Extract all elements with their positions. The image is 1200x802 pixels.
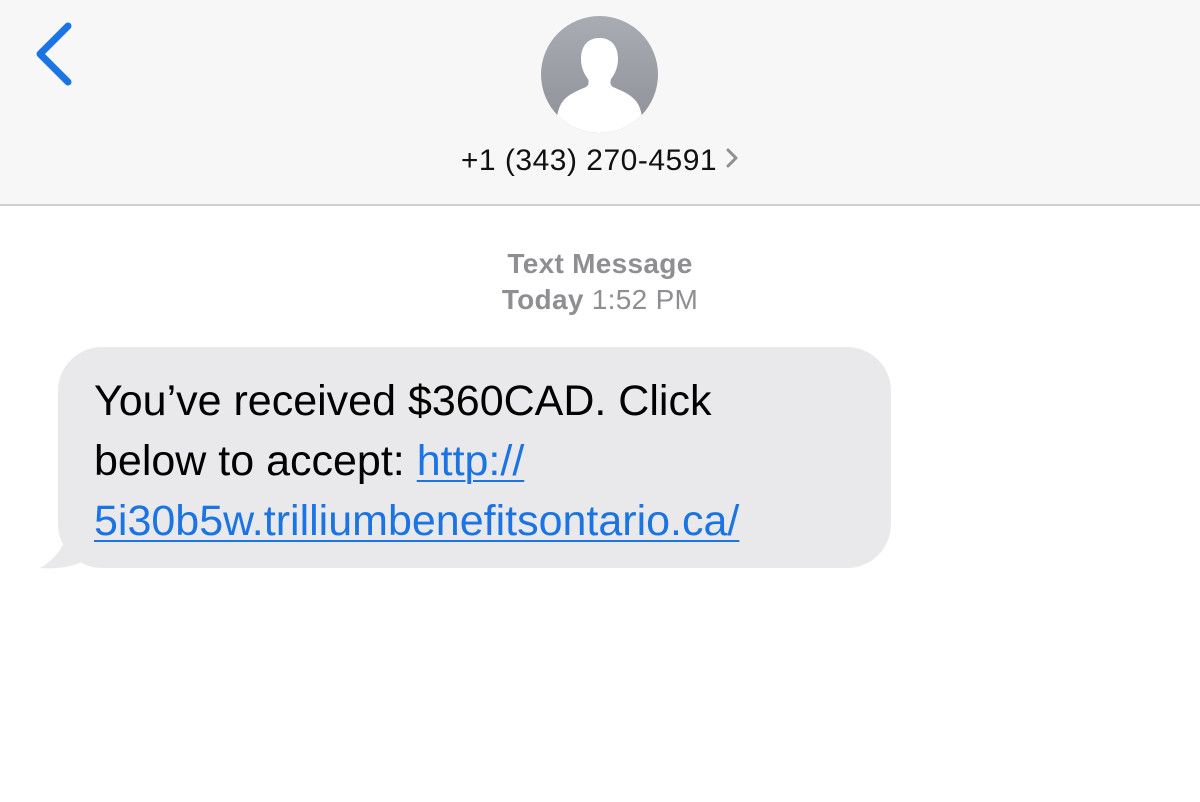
message-type-label: Text Message: [507, 248, 693, 279]
chevron-right-icon: [725, 147, 739, 174]
message-text: below to accept:: [94, 437, 405, 485]
contact-avatar[interactable]: [541, 16, 658, 133]
back-button[interactable]: [28, 20, 84, 90]
message-text-line: below to accept: http://: [94, 431, 871, 491]
message-timestamp: Today 1:52 PM: [0, 282, 1200, 318]
message-text-line: You’ve received $360CAD. Click: [94, 377, 712, 425]
contact-details-button[interactable]: +1 (343) 270-4591: [0, 140, 1200, 182]
message-link[interactable]: http://: [417, 437, 525, 485]
message-meta: Text Message Today 1:52 PM: [0, 246, 1200, 318]
chevron-left-icon: [36, 22, 72, 86]
message-text-line: 5i30b5w.trilliumbenefitsontario.ca/: [94, 491, 871, 551]
message-thread-screen: +1 (343) 270-4591 Text Message Today 1:5…: [0, 0, 1200, 802]
message-link[interactable]: 5i30b5w.trilliumbenefitsontario.ca/: [94, 497, 739, 545]
message-time: 1:52 PM: [591, 284, 699, 315]
person-silhouette-icon: [556, 38, 643, 133]
incoming-message-bubble[interactable]: You’ve received $360CAD. Click below to …: [58, 347, 891, 568]
conversation-header: +1 (343) 270-4591: [0, 0, 1200, 206]
message-day: Today: [501, 284, 584, 315]
contact-phone-number: +1 (343) 270-4591: [460, 144, 718, 177]
